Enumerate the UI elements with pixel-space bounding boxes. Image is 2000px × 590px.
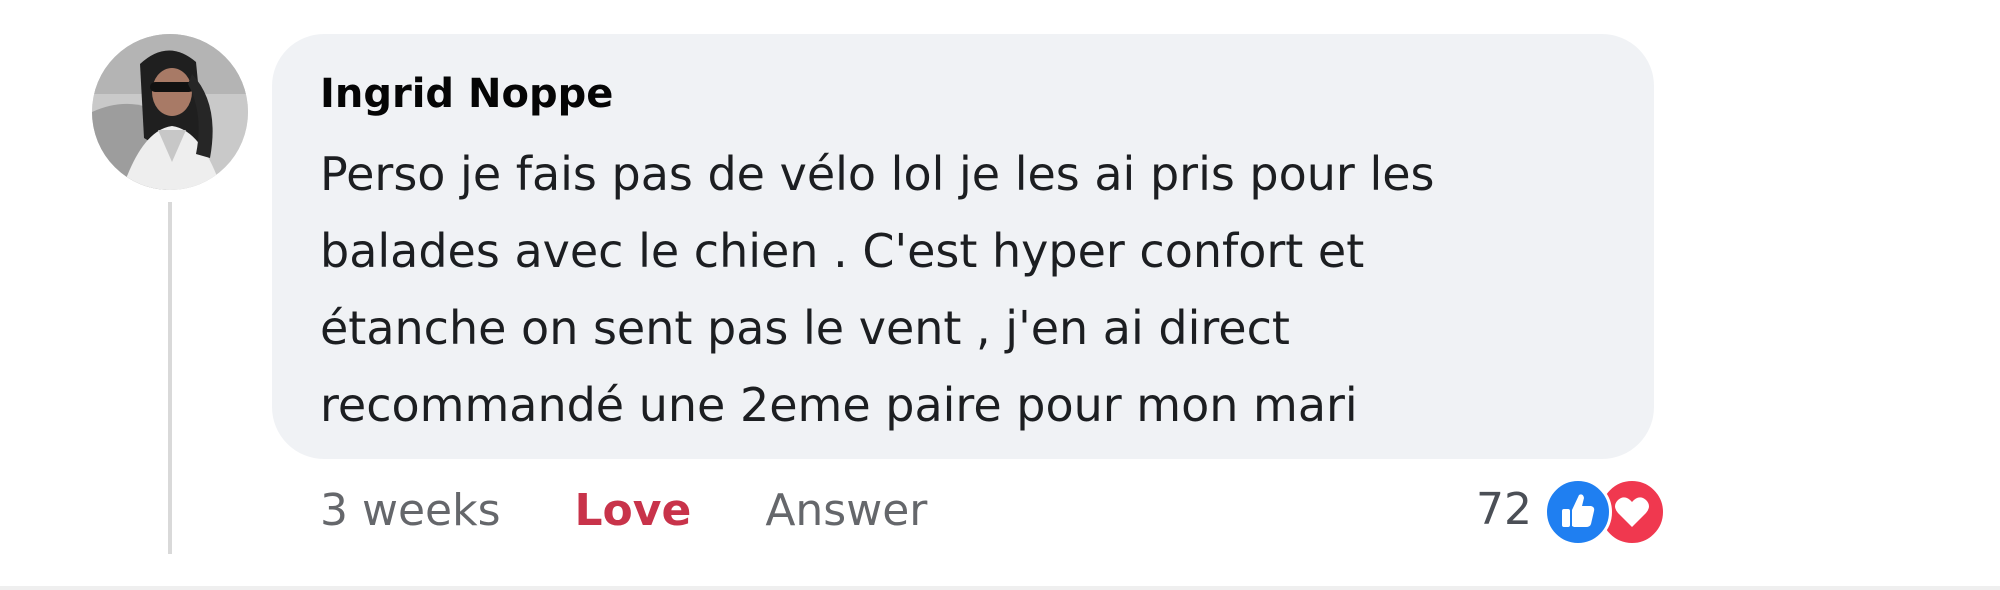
comment-actions: 3 weeks Love Answer <box>320 478 927 542</box>
bottom-divider <box>0 586 2000 590</box>
comment-line: balades avec le chien . C'est hyper conf… <box>320 224 1365 278</box>
answer-button[interactable]: Answer <box>765 485 927 536</box>
comment-author[interactable]: Ingrid Noppe <box>320 68 613 120</box>
comment-timestamp[interactable]: 3 weeks <box>320 485 501 536</box>
comment-screen: Ingrid Noppe Perso je fais pas de vélo l… <box>0 0 2000 590</box>
like-icon <box>1544 478 1612 546</box>
reaction-summary[interactable]: 72 <box>1476 474 1670 546</box>
reaction-icons <box>1544 476 1670 546</box>
comment-line: recommandé une 2eme paire pour mon mari <box>320 378 1358 432</box>
love-reaction-button[interactable]: Love <box>575 485 692 536</box>
avatar[interactable] <box>92 34 248 190</box>
comment-text: Perso je fais pas de vélo lol je les ai … <box>320 136 1640 444</box>
comment-line: étanche on sent pas le vent , j'en ai di… <box>320 301 1290 355</box>
comment-line: Perso je fais pas de vélo lol je les ai … <box>320 147 1435 201</box>
profile-photo <box>92 34 248 190</box>
reaction-count: 72 <box>1476 483 1532 535</box>
thread-line <box>168 202 172 554</box>
